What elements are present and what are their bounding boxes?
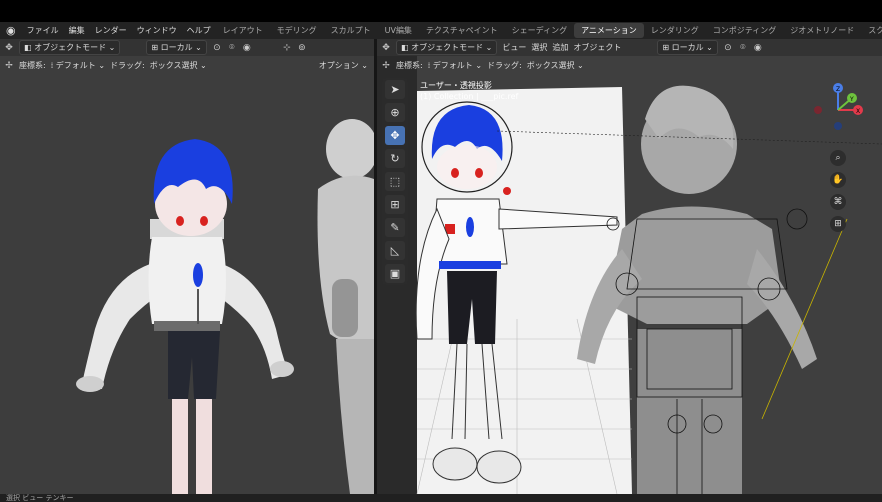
- tab-compositing[interactable]: コンポジティング: [706, 23, 784, 38]
- left-orientation-value-dropdown[interactable]: ⁞ デフォルト ⌄: [51, 60, 105, 71]
- right-drag-value: ボックス選択: [526, 61, 575, 70]
- gizmo-toggle-icon[interactable]: ⊹: [282, 43, 292, 53]
- right-orientation-dropdown[interactable]: ⊞ ローカル ⌄: [657, 40, 718, 55]
- left-viewport[interactable]: ✥ ◧ オブジェクトモード ⌄ ⊞ ローカル ⌄ ⊙ ⌾ ◉ ⊹ ⊚ ✢ 座標系…: [0, 39, 374, 494]
- right-orientation-caption: 座標系:: [396, 61, 423, 70]
- tab-uv-edit[interactable]: UV編集: [378, 23, 419, 38]
- tab-rendering[interactable]: レンダリング: [644, 23, 706, 38]
- left-options-dropdown[interactable]: オプション ⌄: [319, 60, 368, 71]
- left-drag-dropdown[interactable]: ボックス選択 ⌄: [150, 60, 207, 71]
- left-mode-dropdown[interactable]: ◧ オブジェクトモード ⌄: [19, 40, 121, 55]
- gizmo-y-label: Y: [849, 96, 854, 103]
- tab-texture-paint[interactable]: テクスチャペイント: [419, 23, 505, 38]
- tab-sculpt[interactable]: スカルプト: [324, 23, 378, 38]
- zoom-icon[interactable]: ⌕: [830, 150, 846, 166]
- menu-window[interactable]: ウィンドウ: [132, 25, 182, 36]
- menu-edit[interactable]: 編集: [64, 25, 90, 36]
- editor-type-icon[interactable]: ✥: [381, 43, 391, 53]
- right-viewport[interactable]: ✥ ◧ オブジェクトモード ⌄ ビュー 選択 追加 オブジェクト ⊞ ローカル …: [377, 39, 882, 494]
- gizmo-x-label: X: [856, 108, 860, 115]
- menu-help[interactable]: ヘルプ: [182, 25, 216, 36]
- tab-scripting[interactable]: スクリプト作成: [861, 23, 882, 38]
- axis-gizmo-icon[interactable]: Z X Y: [808, 82, 868, 142]
- transform-tool-icon[interactable]: ⊞: [385, 195, 405, 214]
- right-viewport-scene: [377, 39, 882, 494]
- status-bar: 選択 ビュー テンキー: [0, 494, 882, 502]
- rotate-tool-icon[interactable]: ↻: [385, 149, 405, 168]
- left-mode-label: オブジェクトモード: [34, 43, 107, 52]
- right-snap-icon[interactable]: ⌾: [738, 43, 748, 53]
- tab-modeling[interactable]: モデリング: [270, 23, 324, 38]
- left-options-label: オプション: [318, 61, 359, 70]
- move-icon: ✢: [5, 60, 13, 71]
- left-viewport-scene: [0, 39, 374, 494]
- snap-icon[interactable]: ⌾: [227, 43, 237, 53]
- right-pivot-icon[interactable]: ⊙: [723, 43, 733, 53]
- menu-file[interactable]: ファイル: [22, 25, 64, 36]
- camera-icon[interactable]: ⌘: [830, 194, 846, 210]
- select-tool-icon[interactable]: ➤: [385, 80, 405, 99]
- right-header-row2: ✢ 座標系: ⁞ デフォルト ⌄ ドラッグ: ボックス選択 ⌄: [377, 57, 882, 74]
- right-proportional-icon[interactable]: ◉: [753, 43, 763, 53]
- scale-tool-icon[interactable]: ⬚: [385, 172, 405, 191]
- annotate-tool-icon[interactable]: ✎: [385, 218, 405, 237]
- menu-render[interactable]: レンダー: [90, 25, 132, 36]
- view-title: ユーザー・透視投影: [420, 81, 492, 90]
- right-orientation-label: ローカル: [671, 43, 704, 52]
- gizmo-z-label: Z: [836, 86, 840, 93]
- view-subtitle: (1) Collection | ___pic.ref: [420, 92, 519, 101]
- left-drag-value: ボックス選択: [149, 61, 198, 70]
- viewport-info: ユーザー・透視投影 (1) Collection | ___pic.ref: [420, 80, 518, 102]
- right-menu-add[interactable]: 追加: [552, 42, 568, 53]
- navigation-gizmo[interactable]: Z X Y ⌕ ✋ ⌘ ⊞: [808, 82, 868, 232]
- left-header-row1: ✥ ◧ オブジェクトモード ⌄ ⊞ ローカル ⌄ ⊙ ⌾ ◉ ⊹ ⊚: [0, 39, 374, 56]
- tab-geometry-nodes[interactable]: ジオメトリノード: [783, 23, 861, 38]
- left-header-row2: ✢ 座標系: ⁞ デフォルト ⌄ ドラッグ: ボックス選択 ⌄ オプション ⌄: [0, 57, 374, 74]
- cursor-tool-icon[interactable]: ⊕: [385, 103, 405, 122]
- move-tool-icon[interactable]: ✥: [385, 126, 405, 145]
- left-drag-caption: ドラッグ:: [110, 61, 145, 70]
- right-orientation-value: デフォルト: [432, 61, 473, 70]
- left-orientation-caption: 座標系:: [19, 61, 46, 70]
- right-orientation-value-dropdown[interactable]: ⁞ デフォルト ⌄: [428, 60, 482, 71]
- top-black-bar: [0, 0, 882, 22]
- right-menu-view[interactable]: ビュー: [502, 42, 526, 53]
- right-header-row1: ✥ ◧ オブジェクトモード ⌄ ビュー 選択 追加 オブジェクト ⊞ ローカル …: [377, 39, 882, 56]
- overlay-icon[interactable]: ⊚: [297, 43, 307, 53]
- left-orientation-label: ローカル: [160, 43, 193, 52]
- transform-icon[interactable]: ✥: [4, 43, 14, 53]
- left-orientation-value: デフォルト: [55, 61, 96, 70]
- left-orientation-dropdown[interactable]: ⊞ ローカル ⌄: [146, 40, 207, 55]
- tool-shelf: ➤ ⊕ ✥ ↻ ⬚ ⊞ ✎ ◺ ▣: [382, 78, 408, 285]
- pivot-icon[interactable]: ⊙: [212, 43, 222, 53]
- right-mode-label: オブジェクトモード: [411, 43, 484, 52]
- tab-shading[interactable]: シェーディング: [505, 23, 574, 38]
- pan-hand-icon[interactable]: ✋: [830, 172, 846, 188]
- status-text: 選択 ビュー テンキー: [6, 494, 74, 502]
- proportional-icon[interactable]: ◉: [242, 43, 252, 53]
- right-drag-dropdown[interactable]: ボックス選択 ⌄: [527, 60, 584, 71]
- right-menu-object[interactable]: オブジェクト: [573, 42, 621, 53]
- tab-layout[interactable]: レイアウト: [216, 23, 270, 38]
- blender-logo-icon[interactable]: ◉: [6, 24, 16, 37]
- tab-animation[interactable]: アニメーション: [574, 23, 644, 38]
- right-menu-select[interactable]: 選択: [531, 42, 547, 53]
- right-move-icon: ✢: [382, 60, 390, 71]
- measure-tool-icon[interactable]: ◺: [385, 241, 405, 260]
- perspective-grid-icon[interactable]: ⊞: [830, 216, 846, 232]
- menubar: ◉ ファイル 編集 レンダー ウィンドウ ヘルプ レイアウト モデリング スカル…: [0, 22, 882, 39]
- right-mode-dropdown[interactable]: ◧ オブジェクトモード ⌄: [396, 40, 498, 55]
- add-cube-tool-icon[interactable]: ▣: [385, 264, 405, 283]
- right-drag-caption: ドラッグ:: [487, 61, 522, 70]
